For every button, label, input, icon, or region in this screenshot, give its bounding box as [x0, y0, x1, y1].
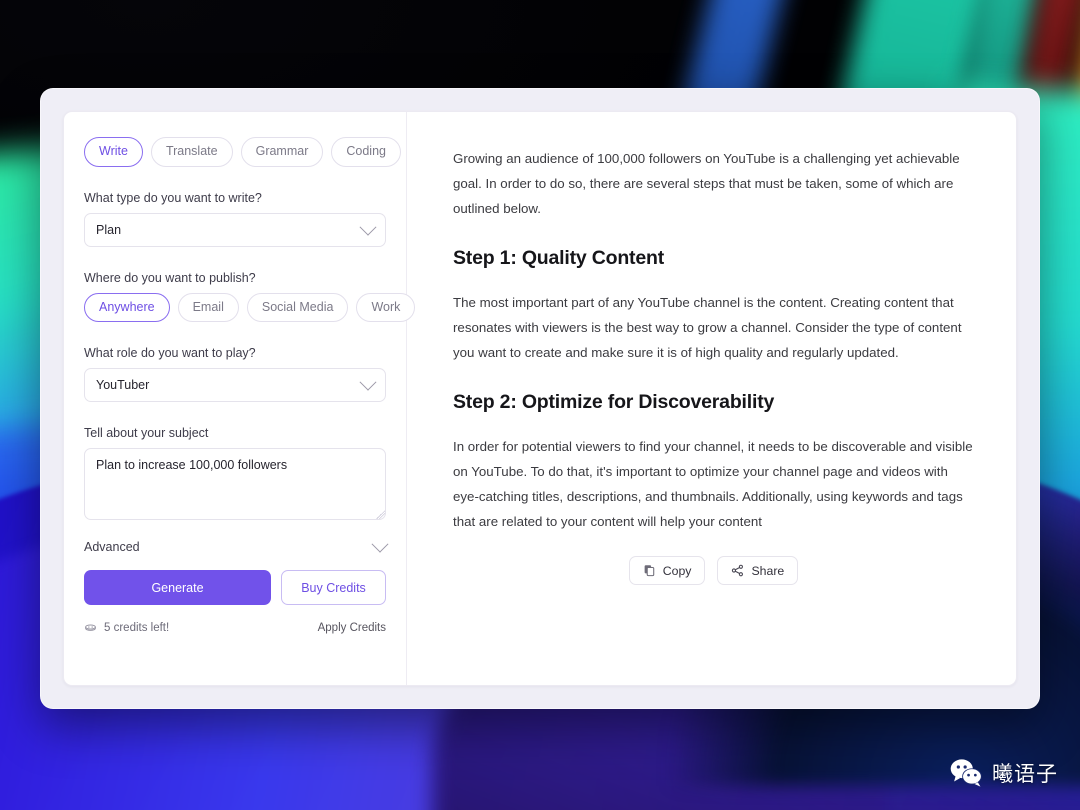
wechat-icon	[950, 759, 982, 787]
chevron-down-icon	[359, 373, 377, 391]
tab-grammar[interactable]: Grammar	[240, 137, 324, 167]
copy-icon	[644, 565, 654, 577]
type-question-label: What type do you want to write?	[84, 190, 262, 205]
tab-coding[interactable]: Coding	[331, 137, 401, 167]
publish-tab-group: Anywhere Email Social Media Work	[84, 292, 416, 323]
share-button[interactable]: Share	[717, 556, 799, 585]
chevron-down-icon	[359, 218, 377, 236]
action-button-row: Generate Buy Credits	[84, 570, 386, 606]
advanced-toggle[interactable]: Advanced	[84, 535, 389, 570]
coins-icon	[85, 624, 96, 632]
desktop-wallpaper: Write Translate Grammar Coding What type…	[0, 0, 1080, 810]
tab-social-media[interactable]: Social Media	[246, 292, 349, 323]
credits-row: 5 credits left! Apply Credits	[84, 621, 386, 634]
copy-label: Copy	[662, 563, 692, 578]
role-select[interactable]: YouTuber	[84, 368, 386, 403]
share-icon	[732, 564, 744, 577]
apply-credits-link[interactable]: Apply Credits	[318, 622, 386, 634]
output-step1-paragraph: The most important part of any YouTube c…	[453, 295, 962, 360]
form-panel: Write Translate Grammar Coding What type…	[64, 112, 416, 685]
buy-credits-button[interactable]: Buy Credits	[281, 570, 386, 606]
copy-button[interactable]: Copy	[628, 556, 706, 585]
watermark-text: 曦语子	[992, 763, 1058, 786]
advanced-label: Advanced	[84, 540, 140, 555]
tab-email[interactable]: Email	[177, 292, 239, 323]
tab-write[interactable]: Write	[84, 137, 143, 167]
output-step1-heading: Step 1: Quality Content	[453, 247, 664, 269]
subject-label: Tell about your subject	[84, 426, 209, 441]
credits-text: 5 credits left!	[104, 621, 170, 634]
generate-button[interactable]: Generate	[84, 570, 271, 606]
subject-input[interactable]	[84, 448, 386, 521]
credits-status: 5 credits left!	[84, 621, 169, 634]
share-label: Share	[751, 563, 785, 578]
role-question-label: What role do you want to play?	[84, 346, 256, 361]
output-intro-paragraph: Growing an audience of 100,000 followers…	[453, 151, 960, 216]
role-select-value: YouTuber	[96, 378, 150, 393]
output-panel: Growing an audience of 100,000 followers…	[407, 112, 1016, 685]
tab-translate[interactable]: Translate	[150, 137, 233, 167]
mode-tab-group: Write Translate Grammar Coding	[84, 137, 401, 167]
app-window: Write Translate Grammar Coding What type…	[40, 88, 1040, 709]
output-action-row: Copy Share	[453, 556, 974, 585]
output-step2-heading: Step 2: Optimize for Discoverability	[453, 391, 775, 413]
publish-question-label: Where do you want to publish?	[84, 270, 256, 285]
app-card: Write Translate Grammar Coding What type…	[63, 111, 1017, 686]
chevron-down-icon	[371, 535, 389, 553]
output-step2-paragraph: In order for potential viewers to find y…	[453, 439, 973, 529]
tab-anywhere[interactable]: Anywhere	[84, 292, 170, 323]
watermark: 曦语子	[949, 758, 1058, 788]
type-select-value: Plan	[96, 222, 122, 237]
type-select[interactable]: Plan	[84, 212, 386, 247]
